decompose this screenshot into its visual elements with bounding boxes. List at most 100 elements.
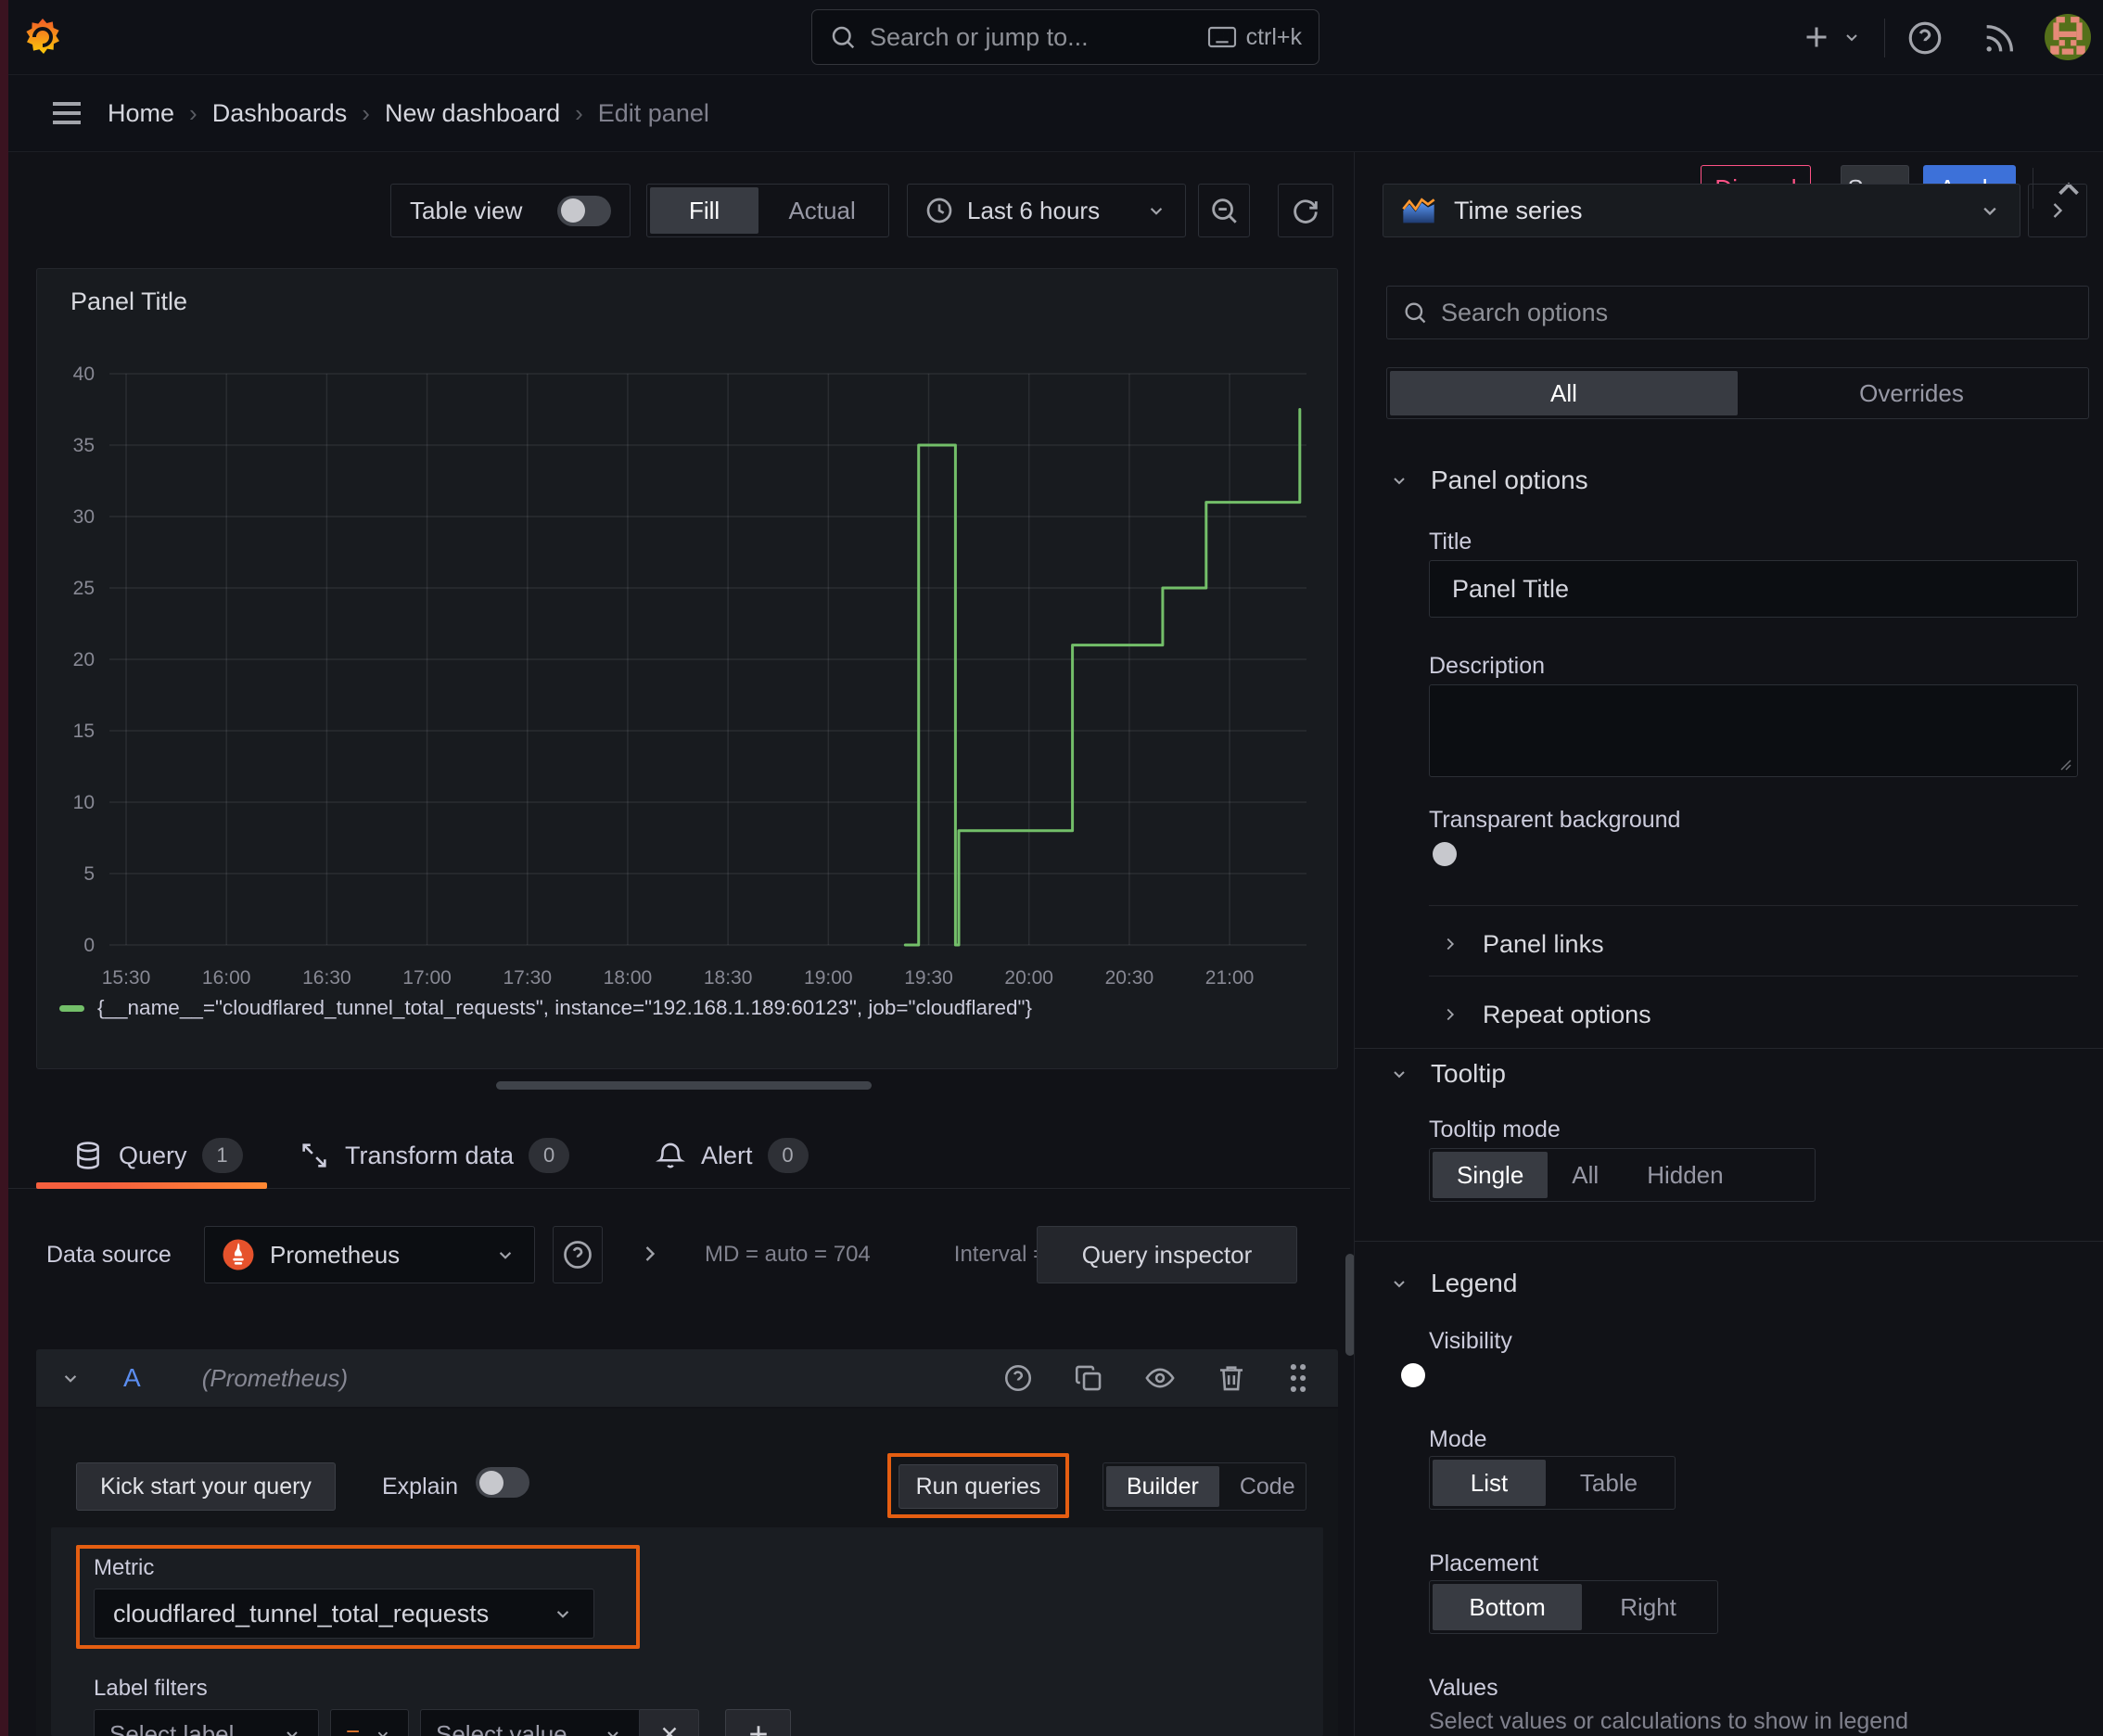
remove-filter-button[interactable] (640, 1709, 699, 1736)
query-stats: MD = auto = 704 Interval = 30s (705, 1242, 1089, 1268)
topbar-divider (1884, 19, 1885, 57)
options-search-placeholder: Search options (1441, 298, 1609, 326)
plus-icon (749, 1726, 767, 1736)
search-icon (1402, 300, 1428, 326)
svg-text:20: 20 (73, 649, 95, 670)
expand-options-icon[interactable] (637, 1241, 663, 1267)
operator-dropdown[interactable]: = (330, 1709, 409, 1736)
visualization-name: Time series (1454, 196, 1583, 224)
help-icon (564, 1241, 592, 1269)
tab-transform-data[interactable]: Transform data 0 (299, 1122, 570, 1189)
select-value-dropdown[interactable]: Select value (420, 1709, 640, 1736)
time-series-chart[interactable]: 0 5 10 15 20 25 30 35 40 15:30 16:00 16:30 17:00 17:3… (37, 269, 1339, 1070)
run-queries-button[interactable]: Run queries (899, 1464, 1058, 1509)
toggle-visibility-icon[interactable] (1143, 1362, 1177, 1394)
datasource-help-button[interactable] (553, 1226, 603, 1283)
kickstart-button[interactable]: Kick start your query (76, 1462, 336, 1511)
zoom-out-icon (1212, 198, 1237, 223)
chevron-right-icon (1447, 1008, 1455, 1021)
table-view-label: Table view (410, 196, 523, 224)
query-ref-id[interactable]: A (123, 1363, 141, 1393)
refresh-icon (1294, 199, 1318, 223)
tooltip-all-option[interactable]: All (1548, 1152, 1623, 1198)
legend-values-hint: Select values or calculations to show in… (1429, 1708, 1908, 1734)
actual-option[interactable]: Actual (758, 187, 886, 234)
fill-option[interactable]: Fill (650, 187, 759, 234)
grafana-logo-icon[interactable] (20, 15, 65, 59)
resize-grip-icon[interactable] (2057, 756, 2071, 771)
breadcrumb-new-dashboard[interactable]: New dashboard (385, 99, 560, 128)
visualization-picker[interactable]: Time series (1383, 184, 2020, 237)
repeat-options-section[interactable]: Repeat options (1440, 989, 1651, 1040)
legend-series-label[interactable]: {__name__="cloudflared_tunnel_total_requ… (97, 996, 1032, 1020)
select-label-dropdown[interactable]: Select label (94, 1709, 319, 1736)
chevron-down-icon (377, 1731, 389, 1736)
query-datasource-hint: (Prometheus) (201, 1363, 349, 1392)
svg-text:20:30: 20:30 (1105, 967, 1154, 989)
metric-select[interactable]: cloudflared_tunnel_total_requests (94, 1589, 594, 1639)
query-editor-body: Kick start your query Explain Run querie… (36, 1409, 1338, 1736)
legend-table-option[interactable]: Table (1546, 1460, 1672, 1506)
options-collapse-button[interactable] (2028, 184, 2087, 237)
description-textarea[interactable] (1429, 684, 2078, 777)
tooltip-header[interactable]: Tooltip (1388, 1059, 1506, 1089)
legend-placement-label: Placement (1429, 1551, 1539, 1576)
datasource-picker[interactable]: Prometheus (204, 1226, 535, 1283)
chart-legend: {__name__="cloudflared_tunnel_total_requ… (59, 996, 1032, 1020)
legend-swatch[interactable] (59, 1004, 84, 1012)
zoom-out-button[interactable] (1198, 184, 1250, 237)
tab-all[interactable]: All (1390, 371, 1738, 415)
fill-actual-switch: Fill Actual (646, 184, 889, 237)
table-view-toggle[interactable] (557, 195, 611, 226)
placement-right-option[interactable]: Right (1582, 1584, 1714, 1630)
legend-placement-switch: Bottom Right (1429, 1580, 1718, 1634)
breadcrumb-home[interactable]: Home (108, 99, 174, 128)
search-icon (829, 23, 857, 51)
panel-options-header[interactable]: Panel options (1388, 466, 1588, 495)
collapse-query-icon[interactable] (58, 1366, 83, 1390)
explain-toggle[interactable] (476, 1467, 529, 1498)
drag-handle-icon[interactable] (1286, 1362, 1310, 1394)
query-inspector-button[interactable]: Query inspector (1037, 1226, 1297, 1283)
database-icon (77, 1142, 99, 1169)
query-row-header[interactable]: A (Prometheus) (36, 1349, 1338, 1407)
tab-alert[interactable]: Alert 0 (655, 1122, 809, 1189)
help-button[interactable] (1905, 19, 1944, 57)
tab-overrides[interactable]: Overrides (1738, 371, 2085, 415)
add-filter-button[interactable] (725, 1709, 791, 1736)
breadcrumb-bar: Home › Dashboards › New dashboard › Edit… (0, 75, 2103, 211)
legend-list-option[interactable]: List (1433, 1460, 1546, 1506)
help-icon (1908, 21, 1942, 55)
new-menu-button[interactable] (1800, 20, 1863, 54)
news-button[interactable] (1981, 20, 2018, 57)
legend-header[interactable]: Legend (1388, 1269, 1517, 1298)
svg-text:0: 0 (83, 935, 95, 956)
global-search-input[interactable]: Search or jump to... ctrl+k (811, 9, 1319, 65)
panel-options-pane: Time series Search options All Overrides… (1354, 152, 2103, 1736)
breadcrumb-dashboards[interactable]: Dashboards (212, 99, 348, 128)
transform-icon (302, 1143, 326, 1168)
delete-query-icon[interactable] (1216, 1362, 1247, 1394)
tooltip-single-option[interactable]: Single (1433, 1152, 1549, 1198)
refresh-button[interactable] (1278, 184, 1333, 237)
code-option[interactable]: Code (1219, 1466, 1316, 1507)
query-help-icon[interactable] (1002, 1362, 1034, 1394)
svg-text:19:30: 19:30 (904, 967, 953, 989)
left-edge-strip (0, 0, 8, 1736)
options-search-input[interactable]: Search options (1386, 286, 2089, 339)
placement-bottom-option[interactable]: Bottom (1433, 1584, 1583, 1630)
panel-links-section[interactable]: Panel links (1440, 918, 1604, 970)
tooltip-hidden-option[interactable]: Hidden (1623, 1152, 1747, 1198)
avatar[interactable] (2045, 14, 2091, 60)
chevron-down-icon (556, 1611, 569, 1618)
tab-query[interactable]: Query 1 (72, 1122, 243, 1189)
menu-icon[interactable] (48, 97, 85, 129)
panel-title-input[interactable]: Panel Title (1429, 560, 2078, 618)
duplicate-query-icon[interactable] (1073, 1362, 1104, 1394)
builder-option[interactable]: Builder (1106, 1466, 1219, 1507)
legend-mode-label: Mode (1429, 1426, 1487, 1452)
chevron-right-icon (2053, 203, 2063, 218)
time-range-picker[interactable]: Last 6 hours (907, 184, 1186, 237)
chevron-down-icon (1846, 34, 1857, 42)
pane-resize-handle[interactable] (496, 1081, 872, 1090)
